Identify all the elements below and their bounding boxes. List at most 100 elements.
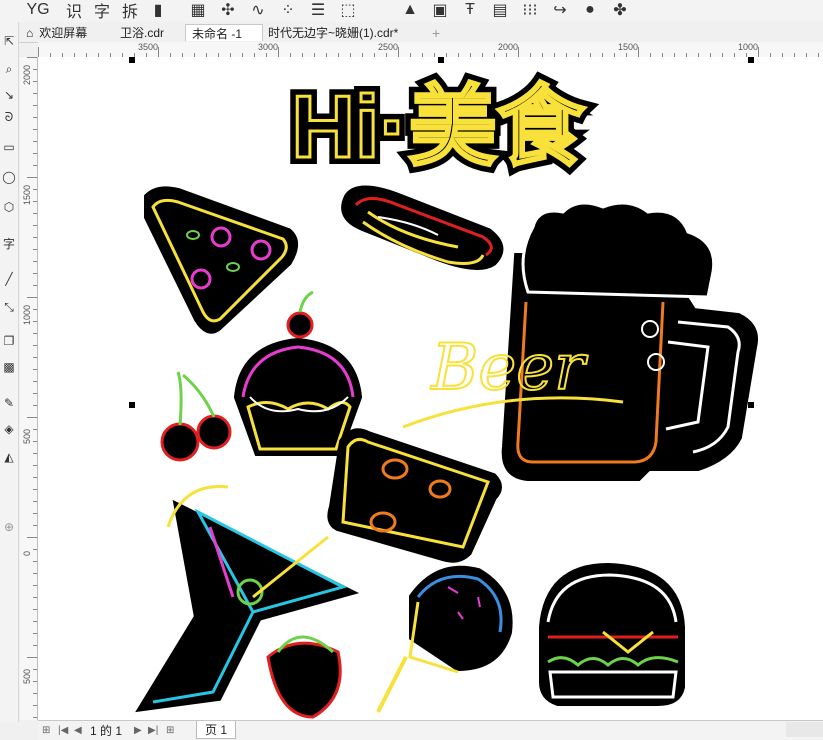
ruler-label: 1500 bbox=[618, 42, 639, 52]
selection-handle-l[interactable] bbox=[129, 402, 135, 408]
ruler-tick bbox=[33, 525, 37, 526]
ruler-tick bbox=[33, 429, 37, 430]
ruler-tick bbox=[33, 117, 37, 118]
transparency-tool-icon[interactable]: ▩ bbox=[0, 358, 18, 376]
ruler-tick bbox=[33, 321, 37, 322]
tab-label: 卫浴.cdr bbox=[120, 26, 165, 40]
drawing-canvas[interactable]: Hi·美食 Hi·美食 Beer bbox=[38, 57, 823, 720]
add-tool-icon[interactable]: ⊕ bbox=[0, 518, 18, 536]
ellipse-tool-icon[interactable]: ◯ bbox=[0, 168, 18, 186]
page-nav-prev-icon[interactable]: ◀ bbox=[74, 723, 82, 738]
ruler-tick bbox=[33, 105, 37, 106]
curve-tool-icon[interactable]: ↘ bbox=[0, 86, 18, 104]
yg-icon[interactable]: YG bbox=[26, 0, 50, 20]
ruler-tick bbox=[33, 381, 37, 382]
ruler-label: 500 bbox=[22, 429, 32, 445]
vertical-ruler: 2000 1500 1000 500 0 500 bbox=[20, 57, 38, 720]
rectangle-tool-icon[interactable]: ▭ bbox=[0, 138, 18, 156]
ruler-tick bbox=[33, 621, 37, 622]
page-nav-add-last-icon[interactable]: ⊞ bbox=[166, 723, 174, 738]
ruler-tick bbox=[33, 597, 37, 598]
beer-text: Beer bbox=[430, 331, 588, 405]
tab-bathroom-cdr[interactable]: 卫浴.cdr bbox=[114, 24, 170, 41]
selection-handle-t[interactable] bbox=[438, 57, 444, 63]
char-label[interactable]: 字 bbox=[90, 0, 114, 21]
cherries-icon bbox=[160, 371, 232, 462]
ruler-tick bbox=[33, 93, 37, 94]
page-nav-next-icon[interactable]: ▶ bbox=[134, 723, 142, 738]
selection-handle-tr[interactable] bbox=[748, 57, 754, 63]
strawberry-icon bbox=[266, 635, 342, 719]
ruler-tick bbox=[33, 273, 37, 274]
split-label[interactable]: 拆 bbox=[118, 0, 142, 21]
ruler-tick bbox=[33, 453, 37, 454]
connector-tool-icon[interactable]: ⤡ bbox=[0, 298, 18, 316]
ruler-tick bbox=[33, 549, 37, 550]
horizontal-scrollbar[interactable] bbox=[786, 722, 823, 737]
fill-tool-icon[interactable]: ◈ bbox=[0, 420, 18, 438]
ruler-tick bbox=[38, 47, 39, 57]
recognize-label[interactable]: 识 bbox=[62, 0, 86, 21]
ruler-label: 1000 bbox=[22, 305, 32, 326]
title-text: Hi·美食 bbox=[291, 77, 585, 176]
left-toolbox: ⇱ ⌕ ↘ ᘐ ▭ ◯ ⬡ 字 ╱ ⤡ ❐ ▩ ✎ ◈ ◭ ⊕ bbox=[0, 22, 19, 722]
ruler-tick bbox=[518, 47, 519, 57]
ruler-tick bbox=[33, 405, 37, 406]
grid-icon[interactable]: ▤ bbox=[488, 0, 512, 20]
ruler-tick bbox=[33, 81, 37, 82]
artistic-media-icon[interactable]: ᘐ bbox=[0, 108, 18, 126]
page-nav-first-icon[interactable]: |◀ bbox=[58, 723, 68, 738]
page-nav-last-icon[interactable]: ▶| bbox=[148, 723, 158, 738]
add-tab-button[interactable]: + bbox=[426, 24, 446, 41]
ruler-tick bbox=[33, 681, 37, 682]
page-total: 1 bbox=[115, 723, 123, 738]
ruler-tick bbox=[33, 561, 37, 562]
align-icon[interactable]: ☰ bbox=[306, 0, 330, 20]
smart-fill-icon[interactable]: ◭ bbox=[0, 448, 18, 466]
ruler-tick bbox=[27, 417, 37, 418]
dots-icon[interactable]: ⁝⁝⁝ bbox=[518, 0, 542, 20]
pick-tool-icon[interactable]: ⇱ bbox=[0, 32, 18, 50]
image-icon[interactable]: ▣ bbox=[428, 0, 452, 20]
plugin-icon[interactable]: ✤ bbox=[608, 0, 632, 20]
ruler-tick bbox=[33, 165, 37, 166]
eyedropper-tool-icon[interactable]: ✎ bbox=[0, 394, 18, 412]
line-tool-icon[interactable]: ╱ bbox=[0, 270, 18, 288]
page-nav-add-first-icon[interactable]: ⊞ bbox=[42, 723, 50, 738]
tab-label: 时代无边字~晓姗(1).cdr* bbox=[268, 26, 399, 40]
frame-icon[interactable]: ⬚ bbox=[336, 0, 360, 20]
table-icon[interactable]: ▦ bbox=[186, 0, 210, 20]
ruler-tick bbox=[33, 669, 37, 670]
ruler-tick bbox=[398, 47, 399, 57]
selection-handle-r[interactable] bbox=[748, 402, 754, 408]
page-icon[interactable]: ▮ bbox=[146, 0, 170, 20]
ruler-tick bbox=[27, 657, 37, 658]
ruler-tick bbox=[33, 393, 37, 394]
shadow-tool-icon[interactable]: ❐ bbox=[0, 332, 18, 350]
ruler-tick bbox=[33, 225, 37, 226]
ruler-tick bbox=[33, 69, 37, 70]
polygon-tool-icon[interactable]: ⬡ bbox=[0, 198, 18, 216]
ruler-tick bbox=[33, 357, 37, 358]
text-frame-icon[interactable]: Ŧ bbox=[458, 0, 482, 20]
tab-welcome[interactable]: ⌂ 欢迎屏幕 bbox=[20, 24, 93, 41]
zoom-tool-icon[interactable]: ⌕ bbox=[0, 60, 18, 78]
selection-handle-tl[interactable] bbox=[129, 57, 135, 63]
ruler-tick bbox=[33, 261, 37, 262]
ruler-tick bbox=[33, 345, 37, 346]
page-current: 1 bbox=[90, 723, 97, 738]
page-tab[interactable]: 页 1 bbox=[196, 721, 237, 739]
shapes-icon[interactable]: ▲ bbox=[398, 0, 422, 20]
arrow-icon[interactable]: ↪ bbox=[548, 0, 572, 20]
tab-untitled[interactable]: 未命名 -1 bbox=[185, 24, 263, 41]
ruler-tick bbox=[33, 249, 37, 250]
text-tool-icon[interactable]: 字 bbox=[0, 234, 18, 252]
ruler-tick bbox=[27, 537, 37, 538]
pattern-icon[interactable]: ✣ bbox=[216, 0, 240, 20]
curve-icon[interactable]: ∿ bbox=[246, 0, 270, 20]
logo-icon[interactable]: ● bbox=[578, 0, 602, 20]
cheese-icon bbox=[327, 428, 502, 563]
page-counter: 1 的 1 bbox=[90, 723, 123, 739]
node-icon[interactable]: ⁘ bbox=[276, 0, 300, 20]
tab-font-file[interactable]: 时代无边字~晓姗(1).cdr* bbox=[262, 24, 404, 41]
